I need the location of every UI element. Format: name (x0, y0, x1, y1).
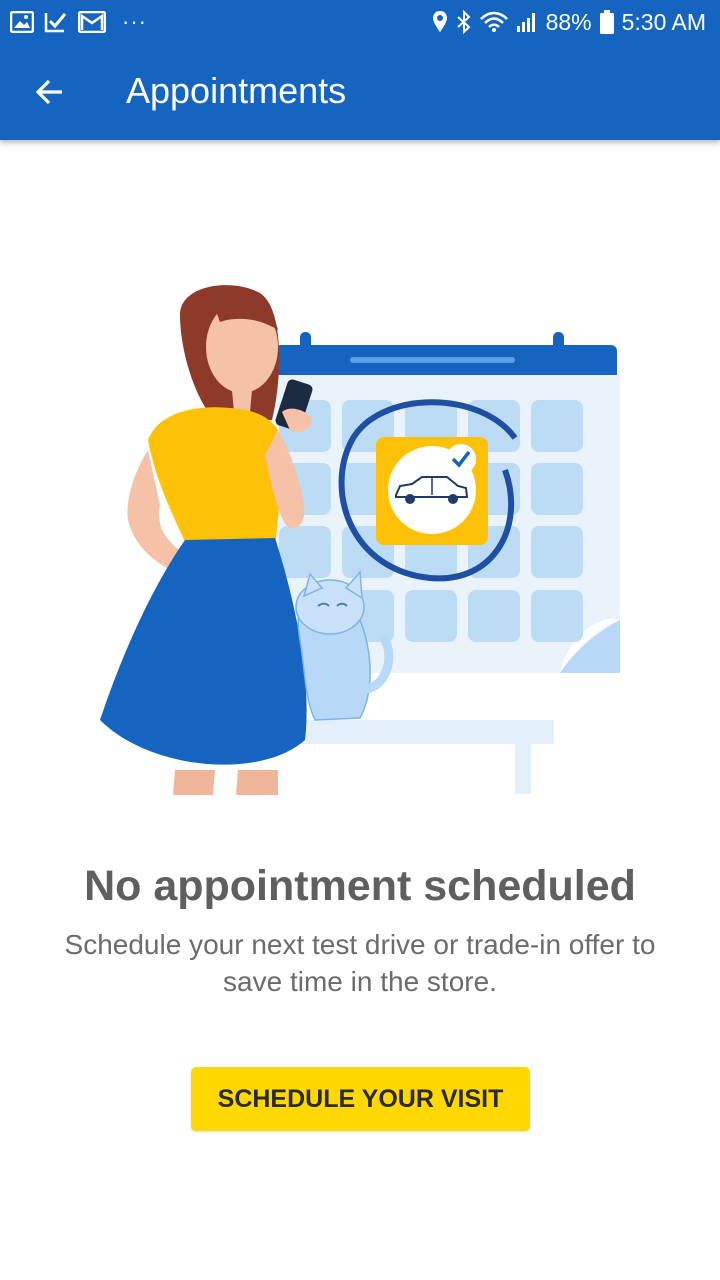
empty-state-title: No appointment scheduled (84, 862, 636, 910)
status-bar-left: ··· (9, 8, 147, 36)
arrow-back-icon (35, 77, 65, 107)
signal-icon (516, 11, 538, 33)
check-icon (44, 11, 68, 33)
status-bar: ··· 88% 5:30 AM (0, 0, 720, 44)
mail-icon (77, 10, 107, 34)
battery-icon (599, 10, 614, 34)
battery-percent: 88% (545, 8, 592, 35)
image-icon (9, 10, 35, 34)
location-icon (432, 10, 448, 34)
wifi-icon (479, 11, 508, 33)
bluetooth-icon (456, 9, 472, 35)
clock: 5:30 AM (621, 8, 706, 35)
overflow-dots: ··· (122, 9, 147, 34)
status-bar-right: 88% 5:30 AM (432, 6, 706, 38)
app-bar: Appointments (0, 44, 720, 140)
back-button[interactable] (26, 68, 74, 116)
schedule-visit-button[interactable]: SCHEDULE YOUR VISIT (191, 1067, 530, 1131)
page-title: Appointments (126, 70, 347, 111)
empty-state-description: Schedule your next test drive or trade-i… (64, 929, 656, 997)
empty-state-illustration (90, 280, 630, 800)
